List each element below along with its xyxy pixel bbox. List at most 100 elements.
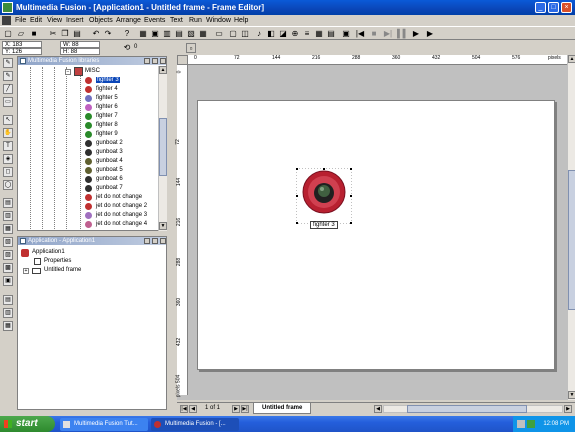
- picture-icon[interactable]: ▭: [214, 29, 224, 39]
- select-icon[interactable]: ↖: [3, 115, 13, 125]
- library-item[interactable]: jet do not change 4: [85, 220, 147, 229]
- library-maximize-icon[interactable]: [152, 58, 158, 64]
- maximize-button[interactable]: □: [548, 2, 559, 13]
- image-icon[interactable]: ◪: [278, 29, 288, 39]
- menu-edit[interactable]: Edit: [30, 15, 42, 26]
- frame-vscrollbar[interactable]: ▲ ▼: [567, 55, 575, 400]
- library-item[interactable]: gunboat 3: [85, 148, 123, 157]
- x-position-field[interactable]: X: 183: [2, 41, 42, 48]
- layer-icon[interactable]: ◧: [266, 29, 276, 39]
- workspace-item-application[interactable]: Application1: [32, 248, 65, 257]
- frame-scroll-down-icon[interactable]: ▼: [568, 391, 575, 399]
- menu-help[interactable]: Help: [234, 15, 248, 26]
- fill-icon[interactable]: ◈: [3, 154, 13, 164]
- menu-file[interactable]: File: [15, 15, 26, 26]
- library-item[interactable]: gunboat 7: [85, 184, 123, 193]
- network-icon[interactable]: [527, 420, 535, 428]
- menu-run[interactable]: Run: [189, 15, 202, 26]
- record-icon[interactable]: ▶: [411, 29, 421, 39]
- library-item[interactable]: fighter 7: [85, 112, 118, 121]
- ws-tool-3-icon[interactable]: ▦: [3, 321, 13, 331]
- next-frame-icon[interactable]: ▶|: [383, 29, 393, 39]
- help-cursor-icon[interactable]: ?: [122, 29, 132, 39]
- library-item[interactable]: gunboat 2: [85, 139, 123, 148]
- hscroll-right-icon[interactable]: ▶: [564, 405, 572, 413]
- workspace-close-icon[interactable]: [160, 238, 166, 244]
- frame-stage[interactable]: [197, 100, 555, 370]
- frame-size-icon[interactable]: ▫: [186, 43, 196, 53]
- event-list-icon[interactable]: ▤: [174, 29, 184, 39]
- copy-icon[interactable]: ❐: [60, 29, 70, 39]
- menu-insert[interactable]: Insert: [66, 15, 84, 26]
- frame-hscroll-thumb[interactable]: [407, 405, 527, 413]
- pause-icon[interactable]: ▌▌: [397, 29, 408, 39]
- play-icon[interactable]: ▶: [425, 29, 435, 39]
- pencil-icon[interactable]: ✎: [3, 58, 13, 68]
- library-item[interactable]: gunboat 5: [85, 166, 123, 175]
- library-scrollbar[interactable]: ▲ ▼: [158, 66, 167, 231]
- document-icon[interactable]: [2, 16, 11, 25]
- close-button[interactable]: ×: [561, 2, 572, 13]
- width-field[interactable]: W: 88: [60, 41, 100, 48]
- first-frame-icon[interactable]: |◀: [180, 405, 188, 413]
- selected-object[interactable]: [295, 167, 353, 225]
- frame-tab[interactable]: Untitled frame: [253, 403, 312, 414]
- speaker-icon[interactable]: [517, 420, 525, 428]
- save-icon[interactable]: ■: [29, 29, 39, 39]
- rotate-icon[interactable]: ⟲: [122, 43, 132, 53]
- y-position-field[interactable]: Y: 126: [2, 48, 42, 55]
- shape-icon[interactable]: ◻: [3, 167, 13, 177]
- table-icon[interactable]: ▦: [314, 29, 324, 39]
- menu-objects[interactable]: Objects: [89, 15, 113, 26]
- grid-icon[interactable]: ▦: [198, 29, 208, 39]
- order-icon[interactable]: ▤: [326, 29, 336, 39]
- menu-arrange[interactable]: Arrange: [116, 15, 141, 26]
- library-item[interactable]: fighter 3: [85, 76, 120, 85]
- menu-events[interactable]: Events: [144, 15, 165, 26]
- library-item[interactable]: jet do not change: [85, 193, 142, 202]
- cut-icon[interactable]: ✂: [48, 29, 58, 39]
- workspace-item-frame[interactable]: Untitled frame: [44, 266, 81, 275]
- hscroll-left-icon[interactable]: ◀: [374, 405, 382, 413]
- align-icon[interactable]: ≡: [302, 29, 312, 39]
- open-icon[interactable]: ▱: [16, 29, 26, 39]
- eraser-icon[interactable]: ▭: [3, 97, 13, 107]
- workspace-maximize-icon[interactable]: [152, 238, 158, 244]
- lib-tool-6-icon[interactable]: ▩: [3, 263, 13, 273]
- new-icon[interactable]: ▢: [3, 29, 13, 39]
- ellipse-icon[interactable]: ◯: [3, 180, 13, 190]
- storyboard-icon[interactable]: ▦: [138, 29, 148, 39]
- zoom-icon[interactable]: ⊕: [290, 29, 300, 39]
- stop-icon[interactable]: ■: [369, 29, 379, 39]
- rewind-icon[interactable]: |◀: [355, 29, 365, 39]
- collapse-icon[interactable]: −: [65, 69, 71, 75]
- next-frame-tab-icon[interactable]: ▶: [232, 405, 240, 413]
- fighter-sprite-icon[interactable]: [295, 167, 353, 225]
- workspace-minimize-icon[interactable]: [144, 238, 150, 244]
- text-tool-icon[interactable]: T: [3, 141, 13, 151]
- music-icon[interactable]: ♪: [254, 29, 264, 39]
- library-close-icon[interactable]: [160, 58, 166, 64]
- library-item[interactable]: gunboat 6: [85, 175, 123, 184]
- taskbar-item-fusion[interactable]: Multimedia Fusion - [...: [151, 418, 239, 431]
- frame-scroll-up-icon[interactable]: ▲: [568, 55, 575, 63]
- start-button[interactable]: start: [0, 416, 55, 432]
- lib-tool-5-icon[interactable]: ▨: [3, 250, 13, 260]
- ws-tool-2-icon[interactable]: ▥: [3, 308, 13, 318]
- library-folder[interactable]: MISC: [85, 67, 100, 76]
- app-icon[interactable]: [2, 2, 13, 13]
- run-app-icon[interactable]: ▣: [341, 29, 351, 39]
- height-field[interactable]: H: 88: [60, 48, 100, 55]
- library-item[interactable]: fighter 9: [85, 130, 118, 139]
- library-item[interactable]: jet do not change 3: [85, 211, 147, 220]
- minimize-button[interactable]: _: [535, 2, 546, 13]
- library-item[interactable]: gunboat 4: [85, 157, 123, 166]
- lib-tool-1-icon[interactable]: ▤: [3, 198, 13, 208]
- library-item[interactable]: fighter 4: [85, 85, 118, 94]
- paste-icon[interactable]: ▤: [72, 29, 82, 39]
- undo-icon[interactable]: ↶: [91, 29, 101, 39]
- last-frame-icon[interactable]: ▶|: [241, 405, 249, 413]
- library-item[interactable]: fighter 5: [85, 94, 118, 103]
- hand-icon[interactable]: ✋: [3, 128, 13, 138]
- preview-icon[interactable]: ◫: [240, 29, 250, 39]
